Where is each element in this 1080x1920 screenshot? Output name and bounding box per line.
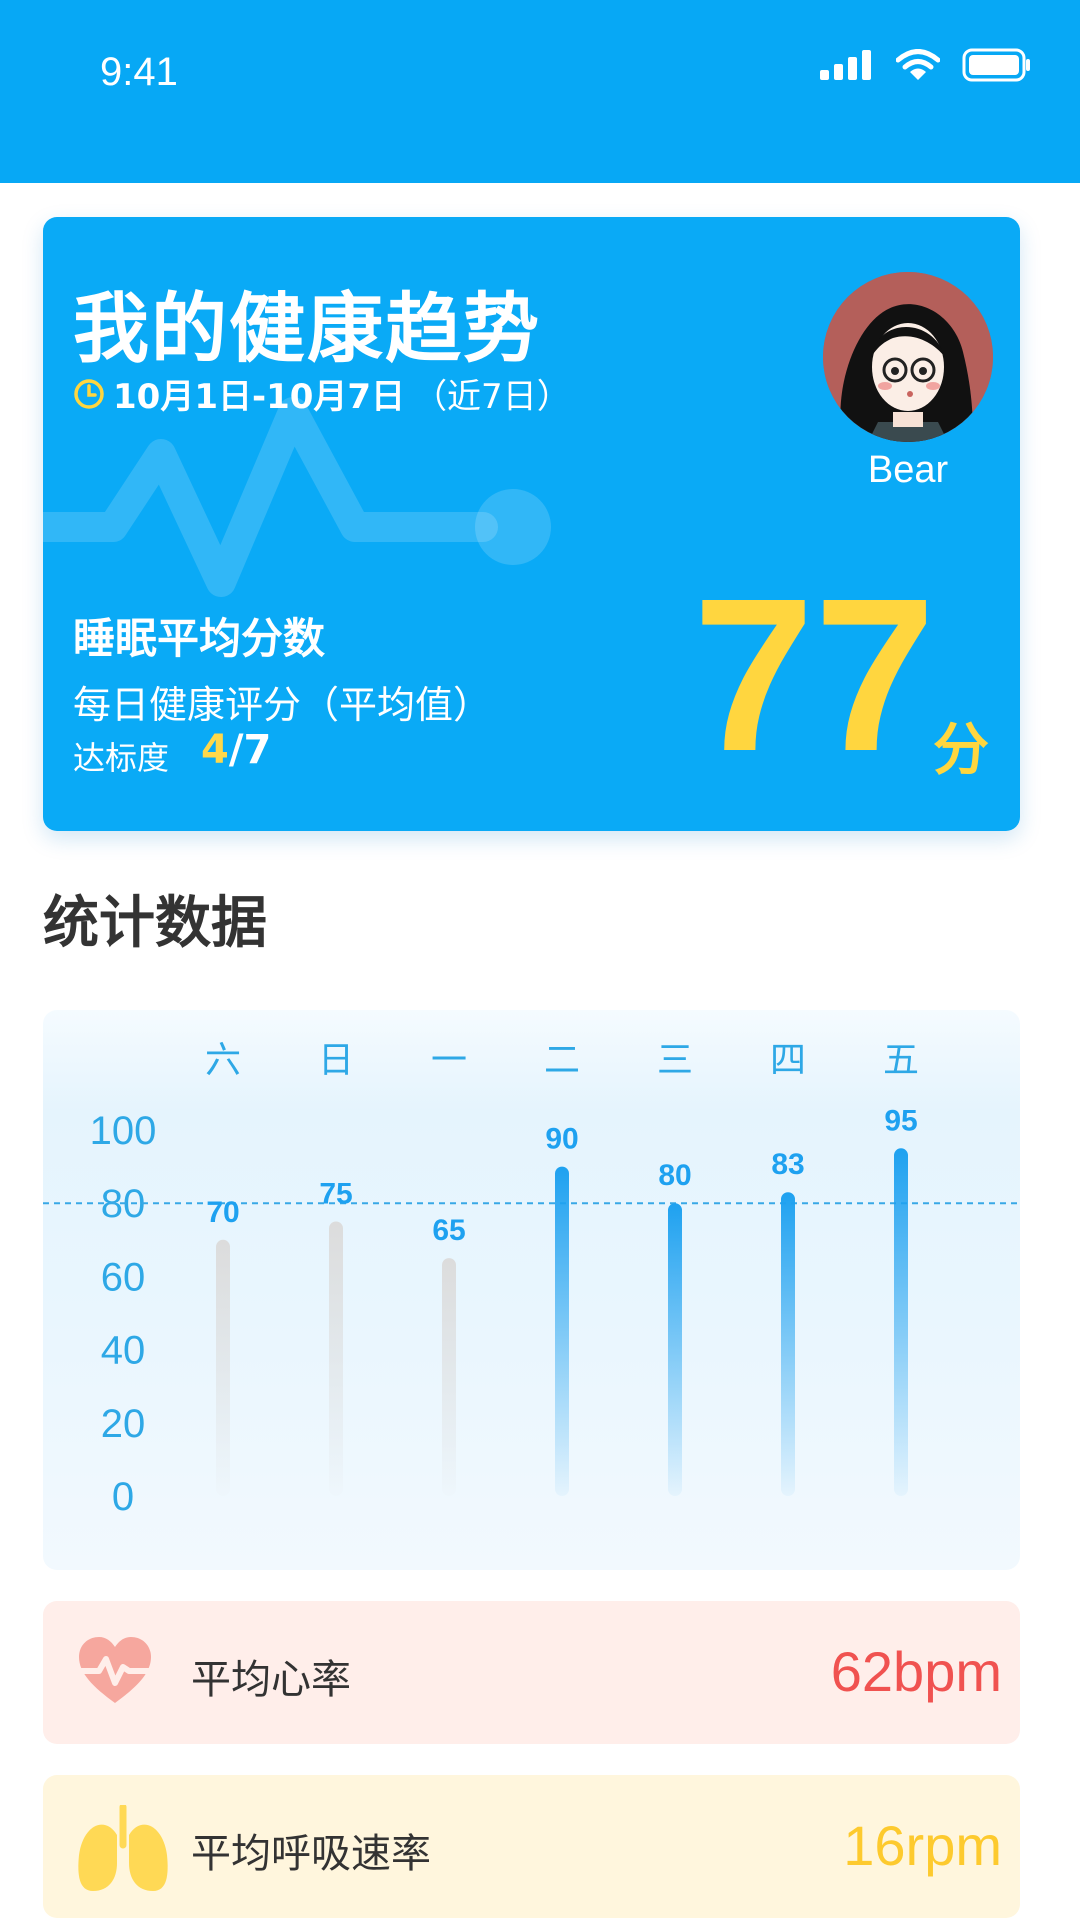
weekly-score-chart: 10080604020070六75日65一90二80三83四95五 (43, 1040, 1020, 1519)
bar-value-label: 95 (884, 1104, 917, 1137)
section-title: 统计数据 (43, 891, 267, 956)
chart-bar (781, 1192, 795, 1496)
status-icons (820, 48, 1032, 82)
bar-value-label: 75 (319, 1178, 352, 1211)
user-name: Bear (867, 449, 949, 491)
date-range: 10月1日-10月7日 （近7日） (73, 369, 571, 418)
bar-value-label: 80 (658, 1159, 691, 1192)
wifi-icon (896, 49, 940, 80)
date-range-text: 10月1日-10月7日 (113, 377, 406, 417)
x-category-label: 一 (431, 1040, 467, 1081)
average-score: 77 (693, 554, 936, 797)
y-tick-label: 20 (101, 1402, 146, 1446)
achievement-count: 4 (201, 727, 229, 773)
respiration-value: 16rpm (843, 1814, 1002, 1877)
y-tick-label: 0 (112, 1475, 134, 1519)
bar-value-label: 90 (545, 1123, 578, 1156)
respiration-label: 平均呼吸速率 (191, 1831, 431, 1877)
x-category-label: 日 (318, 1040, 354, 1081)
chart-bar (555, 1166, 569, 1496)
y-tick-label: 100 (90, 1109, 157, 1153)
hero-title: 我的健康趋势 (73, 284, 541, 373)
status-bar: 9:41 (0, 0, 1080, 183)
chart-bar (668, 1203, 682, 1496)
heart-pulse-icon (76, 1637, 154, 1703)
signal-icon (820, 50, 871, 80)
sleep-average-label: 睡眠平均分数 (73, 614, 326, 663)
bar-value-label: 70 (206, 1196, 239, 1229)
status-time: 9:41 (100, 50, 178, 94)
heart-rate-card[interactable]: 平均心率 62bpm (43, 1601, 1020, 1744)
health-trend-card[interactable]: 我的健康趋势 10月1日-10月7日 （近7日） Bear 睡眠平均分数 每日健… (43, 217, 1020, 831)
battery-icon (962, 48, 1030, 82)
x-category-label: 二 (544, 1040, 580, 1081)
x-category-label: 四 (770, 1040, 806, 1081)
x-category-label: 三 (657, 1040, 693, 1081)
clock-icon (74, 378, 104, 409)
achievement-label: 达标度 (73, 739, 170, 777)
x-category-label: 五 (883, 1040, 919, 1081)
achievement-ratio: 4/7 (201, 727, 271, 773)
chart-bar (216, 1239, 230, 1496)
chart-bar (442, 1258, 456, 1496)
daily-score-label: 每日健康评分（平均值） (73, 683, 492, 727)
lungs-icon (78, 1805, 168, 1891)
y-tick-label: 60 (101, 1255, 146, 1299)
score-unit: 分 (933, 718, 989, 783)
heart-rate-value: 62bpm (830, 1640, 1002, 1703)
bar-value-label: 65 (432, 1214, 465, 1247)
bar-value-label: 83 (771, 1148, 804, 1181)
x-category-label: 六 (205, 1040, 241, 1081)
y-tick-label: 40 (101, 1329, 146, 1373)
achievement-total: /7 (228, 727, 272, 773)
date-recent-text: （近7日） (413, 377, 571, 417)
chart-bar (894, 1148, 908, 1496)
respiration-card[interactable]: 平均呼吸速率 16rpm (43, 1775, 1020, 1918)
heart-rate-label: 平均心率 (191, 1657, 351, 1703)
stats-chart-card: 100 80 60 40 20 0 70 六 75 日 65 一 90 二 80 三 83 四 95 五 (43, 1010, 1020, 1570)
chart-bar (329, 1221, 343, 1496)
avatar-illustration (823, 272, 993, 442)
avatar[interactable] (823, 272, 993, 442)
